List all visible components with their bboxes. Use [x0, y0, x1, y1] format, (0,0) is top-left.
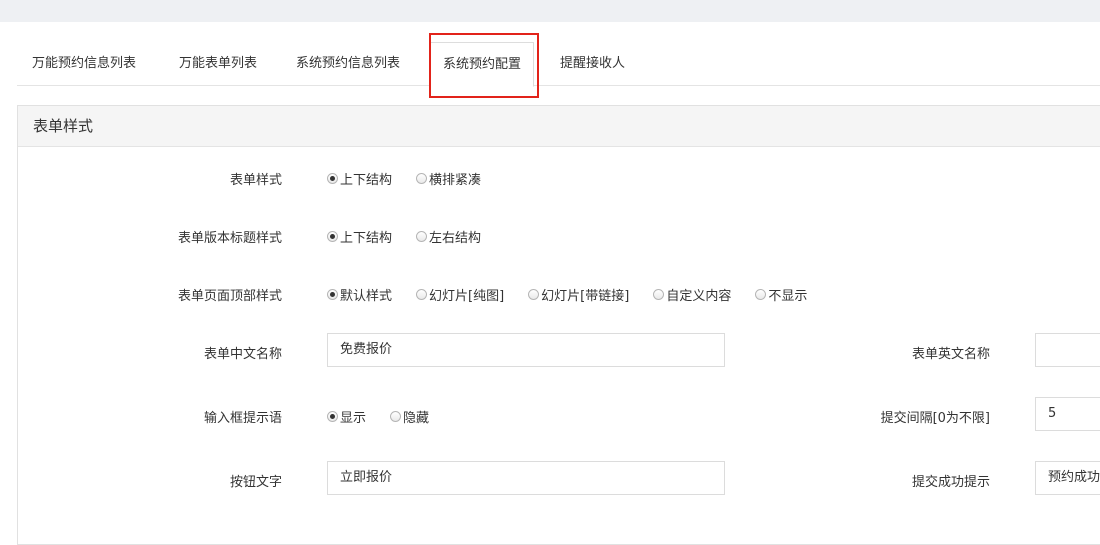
title-style-option-vertical[interactable]: 上下结构 [327, 227, 392, 246]
tab-universal-form-list[interactable]: 万能表单列表 [179, 40, 257, 85]
radio-checked-icon [327, 411, 338, 422]
header-style-option-slideshow-image[interactable]: 幻灯片[纯图] [416, 285, 504, 304]
cn-name-label: 表单中文名称 [203, 347, 282, 362]
form-style-option-compact[interactable]: 横排紧凑 [416, 169, 481, 188]
radio-icon [528, 289, 540, 300]
en-name-input[interactable] [1035, 333, 1100, 367]
input-hint-option-show[interactable]: 显示 [327, 407, 366, 426]
header-style-option-custom[interactable]: 自定义内容 [653, 285, 731, 304]
input-hint-radio-group: 显示 隐藏 [327, 407, 453, 426]
tab-system-booking-list[interactable]: 系统预约信息列表 [296, 40, 400, 85]
top-bar [0, 0, 1100, 22]
radio-icon [390, 411, 402, 422]
radio-checked-icon [327, 173, 338, 184]
button-text-label: 按钮文字 [229, 475, 282, 490]
en-name-label: 表单英文名称 [911, 347, 990, 362]
tab-bar: 万能预约信息列表 万能表单列表 系统预约信息列表 系统预约配置 提醒接收人 [17, 40, 1100, 87]
title-style-option-horizontal[interactable]: 左右结构 [416, 227, 481, 246]
radio-icon [755, 289, 767, 300]
input-hint-option-hide[interactable]: 隐藏 [390, 407, 429, 426]
panel-title: 表单样式 [18, 106, 1100, 147]
tab-system-booking-config[interactable]: 系统预约配置 [430, 42, 535, 87]
title-style-radio-group: 上下结构 左右结构 [327, 227, 505, 246]
form-style-radio-group: 上下结构 横排紧凑 [327, 169, 505, 188]
button-text-input[interactable]: 立即报价 [327, 461, 725, 495]
submit-interval-label: 提交间隔[0为不限] [880, 411, 990, 426]
success-tip-label: 提交成功提示 [911, 475, 990, 490]
header-style-option-slideshow-link[interactable]: 幻灯片[带链接] [528, 285, 629, 304]
success-tip-input[interactable]: 预约成功 [1035, 461, 1100, 495]
input-hint-label: 输入框提示语 [203, 411, 282, 426]
radio-checked-icon [327, 289, 338, 300]
header-style-radio-group: 默认样式 幻灯片[纯图] 幻灯片[带链接] 自定义内容 不显示 [327, 285, 831, 304]
submit-interval-input[interactable]: 5 [1035, 397, 1100, 431]
form-style-label: 表单样式 [229, 173, 282, 188]
title-style-label: 表单版本标题样式 [177, 231, 282, 246]
radio-icon [416, 173, 428, 184]
tab-reminder-recipients[interactable]: 提醒接收人 [560, 40, 625, 85]
form-style-option-vertical[interactable]: 上下结构 [327, 169, 392, 188]
header-style-label: 表单页面顶部样式 [177, 289, 282, 304]
radio-icon [416, 231, 428, 242]
radio-checked-icon [327, 231, 338, 242]
header-style-option-default[interactable]: 默认样式 [327, 285, 392, 304]
cn-name-input[interactable]: 免费报价 [327, 333, 725, 367]
header-style-option-hidden[interactable]: 不显示 [755, 285, 807, 304]
radio-icon [416, 289, 428, 300]
radio-icon [653, 289, 665, 300]
tab-universal-booking-list[interactable]: 万能预约信息列表 [32, 40, 136, 85]
